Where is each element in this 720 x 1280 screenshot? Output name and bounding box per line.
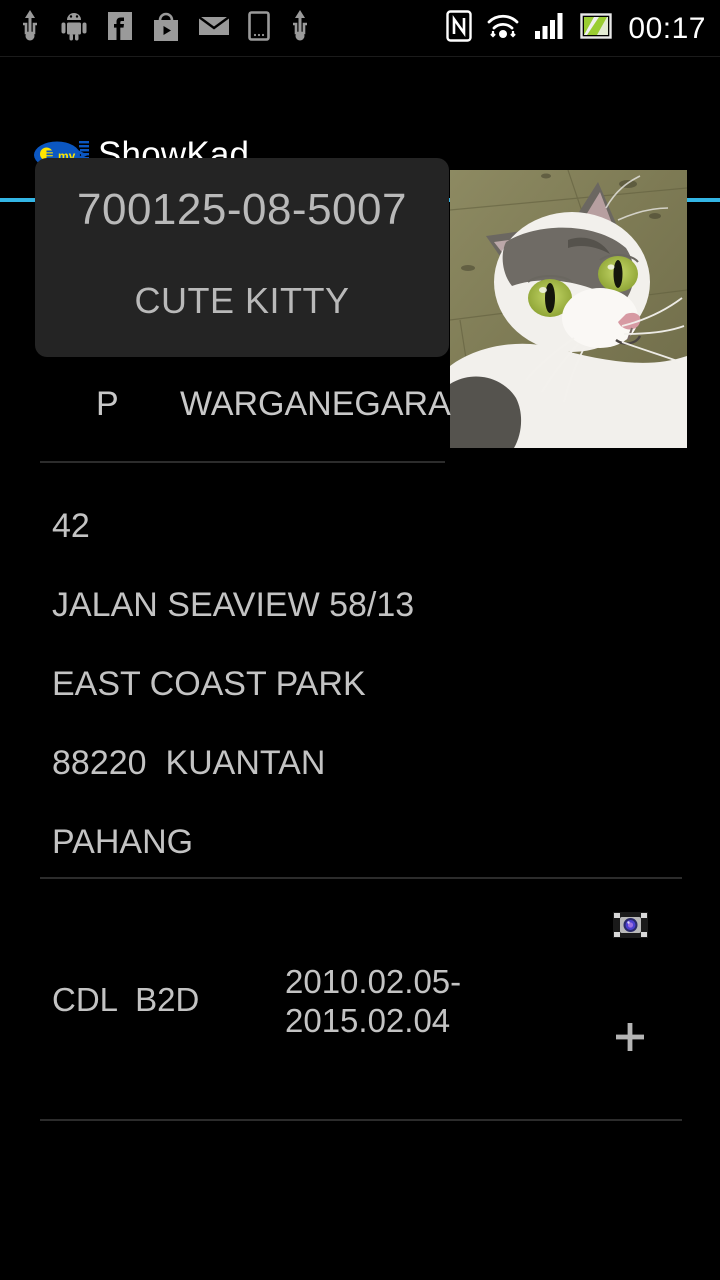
address-line: EAST COAST PARK [52, 665, 366, 703]
action-bar: my ShowKad [0, 57, 720, 202]
bottom-button-bar: ∧ ∨ Clear Read [0, 1121, 720, 1280]
facebook-icon [106, 11, 134, 46]
camera-icon[interactable] [613, 910, 648, 940]
address-line: 88220 KUANTAN [52, 744, 326, 782]
status-bar-clock: 00:17 [628, 11, 706, 45]
android-debug-icon [60, 11, 88, 46]
status-bar: 00:17 [0, 0, 720, 57]
id-card-panel[interactable]: 700125-08-5007 CUTE KITTY [35, 158, 449, 357]
divider [40, 461, 445, 463]
citizenship-status: WARGANEGARA [180, 385, 451, 423]
gender-code: P [96, 385, 119, 423]
address-line: 42 [52, 507, 90, 545]
address-line: JALAN SEAVIEW 58/13 [52, 586, 415, 624]
device-icon [248, 11, 270, 46]
address-block: 42 JALAN SEAVIEW 58/13 EAST COAST PARK 8… [52, 487, 652, 882]
status-bar-right-icons: 00:17 [446, 0, 706, 57]
battery-charging-icon [580, 13, 614, 44]
divider [40, 877, 682, 879]
app-root: 00:17 my ShowKad 700125-08-5007 CUTE KIT… [0, 0, 720, 1280]
add-icon[interactable] [614, 1021, 646, 1053]
status-bar-left-icons [18, 0, 312, 57]
address-line: PAHANG [52, 823, 194, 861]
cardholder-name: CUTE KITTY [134, 280, 350, 321]
usb-icon [288, 9, 312, 48]
nfc-icon [446, 10, 473, 47]
id-number: 700125-08-5007 [77, 185, 407, 234]
license-validity: 2010.02.05-2015.02.04 [285, 963, 462, 1039]
usb-icon [18, 9, 42, 48]
signal-icon [534, 12, 566, 45]
license-class: CDL B2D [52, 981, 200, 1018]
play-store-icon [152, 10, 180, 47]
cardholder-photo[interactable] [450, 170, 687, 448]
citizenship-row: P WARGANEGARA [40, 385, 451, 435]
wifi-icon [486, 11, 520, 46]
email-icon [198, 14, 230, 43]
